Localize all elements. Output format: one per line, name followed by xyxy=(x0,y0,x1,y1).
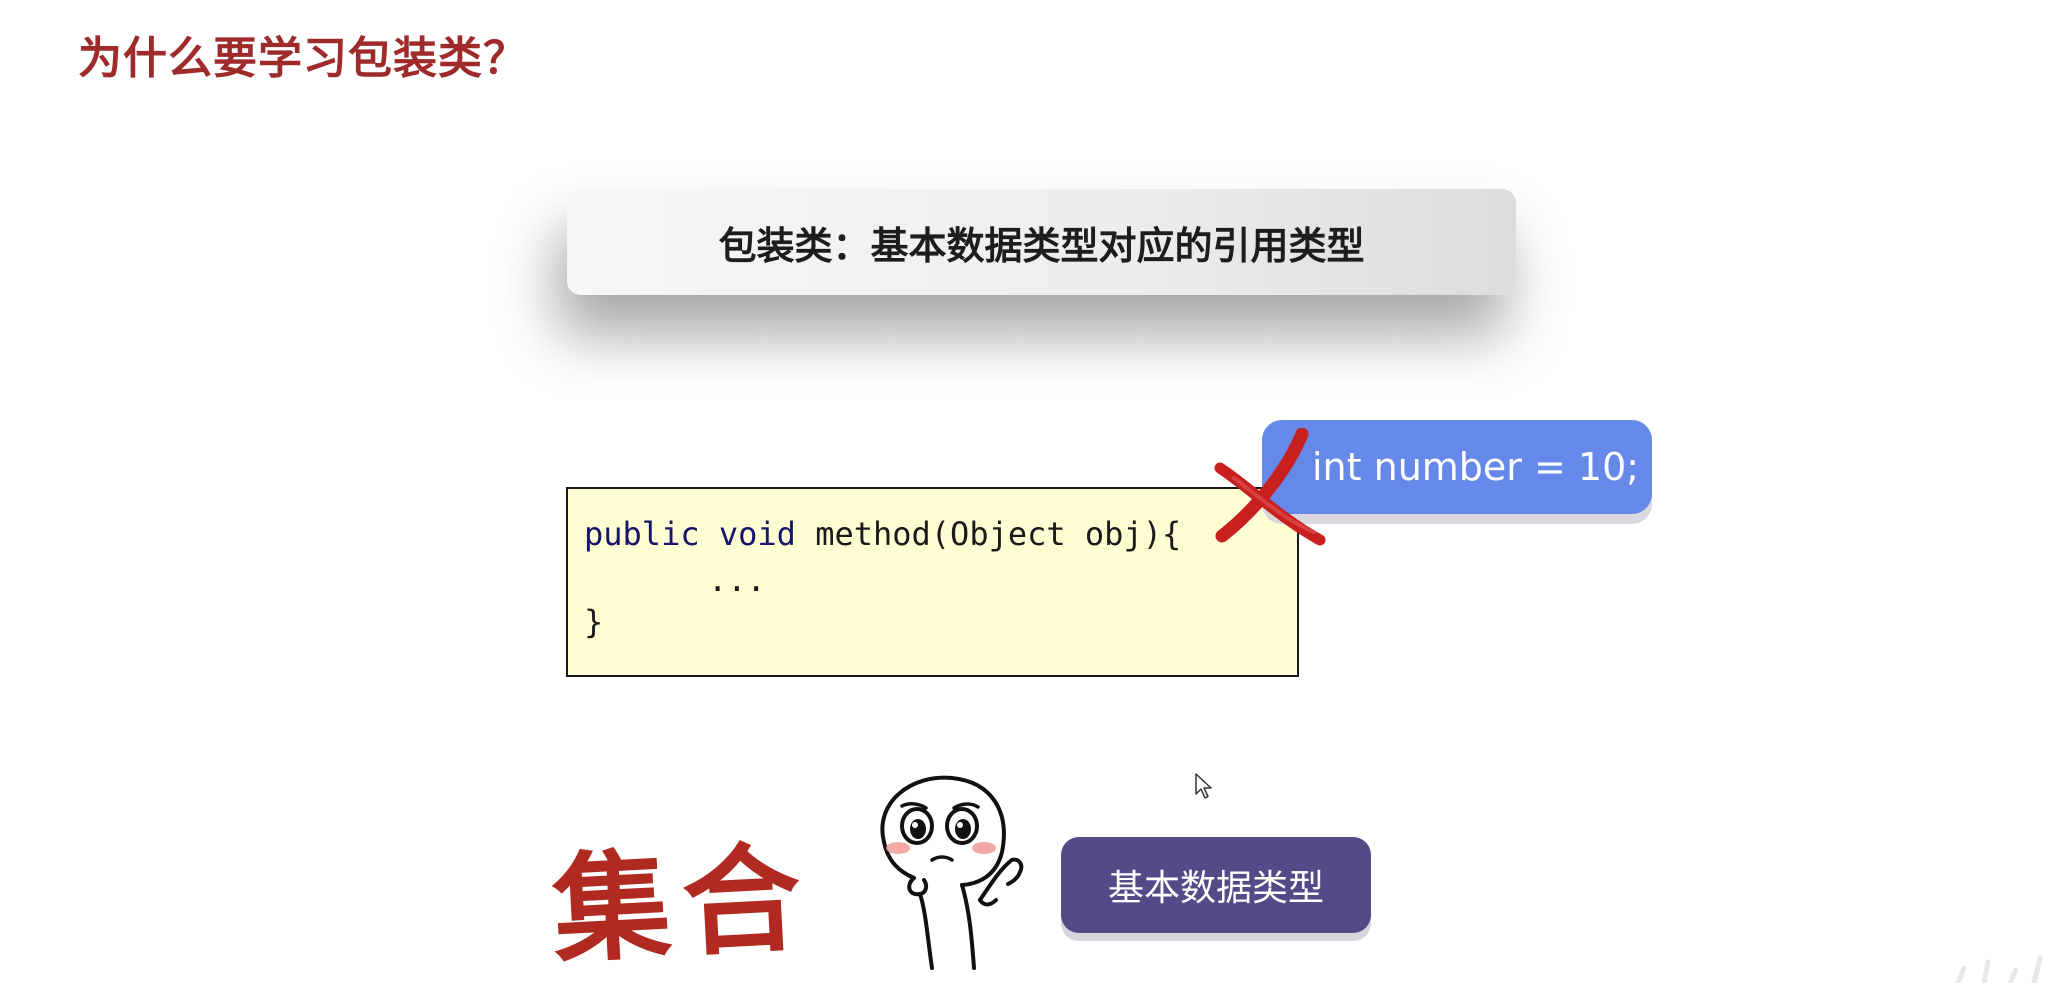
thinking-face-icon xyxy=(880,775,1024,970)
code-line-2: ... xyxy=(708,561,766,599)
primitive-types-button[interactable]: 基本数据类型 xyxy=(1061,837,1371,933)
collection-text: 集合 xyxy=(549,827,816,980)
definition-text: 包装类：基本数据类型对应的引用类型 xyxy=(718,223,1365,268)
primitive-types-label: 基本数据类型 xyxy=(1107,868,1324,909)
decorative-marks xyxy=(1955,955,2043,983)
code-line-3: } xyxy=(584,603,604,641)
slide-title: 为什么要学习包装类？ xyxy=(78,33,528,84)
code-signature: method(Object obj){ xyxy=(795,515,1182,553)
code-keyword-public: public xyxy=(584,515,700,553)
definition-card: 包装类：基本数据类型对应的引用类型 xyxy=(567,189,1516,295)
code-block: public void method(Object obj){ ... } xyxy=(566,487,1299,677)
int-declaration-text: int number = 10; xyxy=(1312,445,1640,489)
mouse-cursor-icon xyxy=(1195,773,1212,799)
code-line-1: public void method(Object obj){ xyxy=(584,515,1181,553)
code-keyword-void: void xyxy=(718,515,796,553)
x-cross-icon xyxy=(1214,428,1326,546)
